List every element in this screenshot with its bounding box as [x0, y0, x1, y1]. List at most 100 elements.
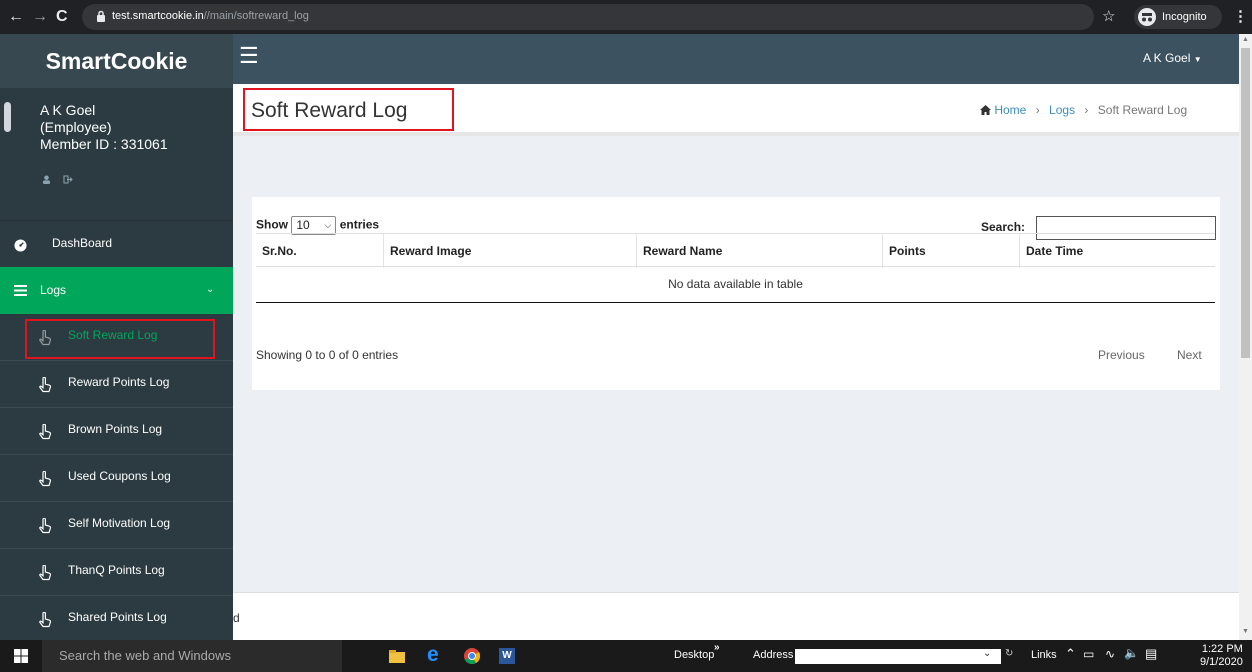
browser-menu-icon[interactable]: ⋮	[1233, 7, 1248, 25]
incognito-icon	[1138, 8, 1156, 26]
breadcrumb-separator: ›	[1084, 103, 1089, 117]
sidebar-item-label: Self Motivation Log	[68, 516, 171, 530]
sidebar-item-label: ThanQ Points Log	[68, 563, 165, 577]
sidebar-item-thanq-points-log[interactable]: ThanQ Points Log	[0, 549, 233, 596]
sidebar-item-shared-points-log[interactable]: Shared Points Log	[0, 596, 233, 640]
incognito-badge[interactable]: Incognito	[1134, 5, 1222, 29]
volume-icon[interactable]: 🔈	[1124, 646, 1139, 660]
sidebar-item-label: DashBoard	[52, 236, 113, 250]
hand-pointer-icon	[38, 611, 56, 630]
links-toolbar-label[interactable]: Links	[1031, 649, 1057, 661]
chevron-down-icon[interactable]: ⌄	[983, 648, 991, 659]
user-role: (Employee)	[40, 119, 112, 135]
clock-time: 1:22 PM	[1201, 643, 1243, 655]
hand-pointer-icon	[38, 423, 56, 442]
hand-pointer-icon	[38, 564, 56, 583]
windows-taskbar: Search the web and Windows e W Desktop »…	[0, 640, 1252, 672]
user-menu[interactable]: A K Goel ▼	[1143, 51, 1202, 65]
back-icon[interactable]: ←	[8, 8, 24, 26]
incognito-label: Incognito	[1162, 11, 1207, 23]
list-icon	[14, 285, 27, 296]
data-table-card: Show 10 ⌵ entries Search: Sr.No. Reward …	[252, 197, 1220, 390]
lock-icon	[97, 10, 105, 22]
sidebar-item-label: Brown Points Log	[68, 422, 163, 436]
bookmark-star-icon[interactable]: ☆	[1102, 7, 1115, 25]
next-page-button[interactable]: Next	[1177, 348, 1202, 362]
breadcrumb: Home › Logs › Soft Reward Log	[980, 102, 1187, 118]
search-label: Search:	[981, 220, 1026, 234]
page-size-value: 10	[296, 218, 310, 232]
column-header-reward-name[interactable]: Reward Name	[636, 234, 882, 268]
column-header-points[interactable]: Points	[882, 234, 1019, 268]
breadcrumb-home[interactable]: Home	[994, 103, 1026, 117]
page-title: Soft Reward Log	[251, 99, 408, 122]
sidebar-item-used-coupons-log[interactable]: Used Coupons Log	[0, 455, 233, 502]
hamburger-menu-icon[interactable]: ☰	[239, 44, 259, 68]
sidebar-item-logs[interactable]: Logs ⌄	[0, 267, 233, 314]
taskbar-search-box[interactable]: Search the web and Windows	[42, 640, 342, 672]
forward-icon[interactable]: →	[32, 8, 48, 26]
previous-page-button[interactable]: Previous	[1098, 348, 1145, 362]
caret-down-icon: ▼	[1193, 55, 1202, 64]
active-item-highlight-box	[25, 319, 215, 359]
url-path: //main/softreward_log	[203, 10, 309, 22]
scrollbar-thumb[interactable]	[1241, 48, 1250, 358]
sidebar-item-label: Reward Points Log	[68, 375, 170, 389]
avatar	[4, 102, 11, 132]
footer-text: d	[233, 611, 240, 625]
sidebar-item-label: Logs	[40, 283, 67, 297]
logout-icon[interactable]	[63, 175, 73, 184]
network-icon[interactable]: ▭	[1083, 647, 1094, 661]
sidebar-item-brown-points-log[interactable]: Brown Points Log	[0, 408, 233, 455]
user-menu-label: A K Goel	[1143, 51, 1191, 65]
table-header-row: Sr.No. Reward Image Reward Name Points D…	[256, 233, 1215, 268]
dashboard-icon	[14, 239, 27, 252]
notifications-icon[interactable]: ▤	[1145, 646, 1157, 662]
clock-date: 9/1/2020	[1200, 656, 1243, 668]
sidebar-item-reward-points-log[interactable]: Reward Points Log	[0, 361, 233, 408]
scroll-down-icon[interactable]: ▼	[1242, 628, 1249, 635]
word-icon[interactable]: W	[499, 648, 515, 664]
url-host: test.smartcookie.in	[112, 10, 204, 22]
windows-start-icon[interactable]	[14, 649, 28, 663]
scroll-up-icon[interactable]: ▲	[1242, 36, 1249, 43]
file-explorer-icon[interactable]	[389, 650, 405, 663]
taskbar-clock[interactable]: 1:22 PM 9/1/2020	[1200, 643, 1243, 669]
user-panel: A K Goel (Employee) Member ID : 331061	[0, 88, 233, 220]
sidebar-item-label: Used Coupons Log	[68, 469, 171, 483]
sidebar-item-label: Shared Points Log	[68, 610, 167, 624]
hand-pointer-icon	[38, 470, 56, 489]
breadcrumb-logs[interactable]: Logs	[1049, 103, 1075, 117]
column-header-sr-no[interactable]: Sr.No.	[256, 234, 383, 268]
top-navbar: ☰ A K Goel ▼	[233, 34, 1239, 84]
table-info: Showing 0 to 0 of 0 entries	[256, 348, 399, 362]
browser-toolbar: ← → C test.smartcookie.in//main/softrewa…	[0, 0, 1252, 34]
app-logo[interactable]: SmartCookie	[0, 34, 233, 88]
column-header-reward-image[interactable]: Reward Image	[383, 234, 636, 268]
wifi-icon[interactable]: ∿	[1105, 647, 1115, 661]
address-toolbar-input[interactable]	[795, 649, 1001, 664]
url-text: test.smartcookie.in//main/softreward_log	[112, 8, 309, 24]
chrome-icon[interactable]	[464, 648, 480, 664]
user-info: A K Goel (Employee) Member ID : 331061	[40, 102, 220, 153]
empty-table-message: No data available in table	[256, 267, 1215, 303]
sidebar-item-soft-reward-log[interactable]: Soft Reward Log	[0, 314, 233, 361]
reload-icon[interactable]: C	[56, 8, 68, 26]
user-name: A K Goel	[40, 102, 96, 118]
main-content: Soft Reward Log Home › Logs › Soft Rewar…	[233, 84, 1239, 640]
profile-icon[interactable]	[42, 175, 51, 184]
address-toolbar-label: Address	[753, 649, 794, 661]
refresh-icon[interactable]: ↻	[1005, 648, 1013, 659]
column-header-date-time[interactable]: Date Time	[1019, 234, 1215, 268]
chevron-down-icon: ⌵	[324, 220, 332, 230]
sidebar-item-dashboard[interactable]: DashBoard	[0, 220, 233, 267]
expand-toolbar-icon[interactable]: »	[714, 642, 720, 653]
desktop-toolbar-label[interactable]: Desktop	[674, 649, 714, 661]
vertical-scrollbar[interactable]: ▲ ▼	[1239, 34, 1252, 640]
chevron-up-icon[interactable]: ⌃	[1065, 646, 1076, 662]
chevron-down-icon: ⌄	[206, 284, 215, 295]
content-header: Soft Reward Log Home › Logs › Soft Rewar…	[233, 84, 1239, 136]
home-icon	[980, 105, 991, 115]
edge-browser-icon[interactable]: e	[427, 643, 439, 667]
sidebar-item-self-motivation-log[interactable]: Self Motivation Log	[0, 502, 233, 549]
